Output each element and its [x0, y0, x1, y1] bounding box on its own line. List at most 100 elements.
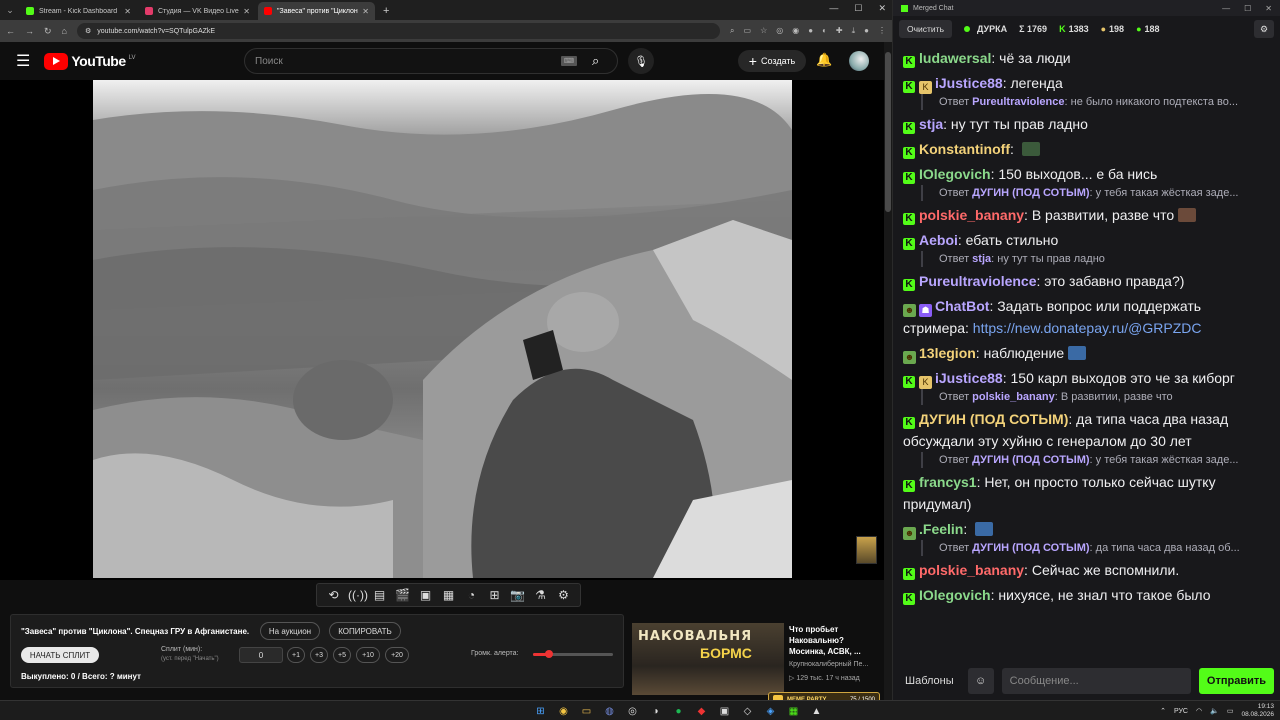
app-icon[interactable]: ▦ [785, 703, 802, 719]
chat-username[interactable]: Konstantinoff [919, 141, 1010, 157]
minimize-icon[interactable]: — [1222, 4, 1230, 13]
chat-username[interactable]: polskie_banany [919, 562, 1024, 578]
chat-message-list[interactable]: Kludawersal: чё за люди K KiJustice88: лег… [893, 44, 1280, 662]
chat-username[interactable]: ДУГИН (ПОД СОТЫМ) [972, 542, 1089, 554]
chat-username[interactable]: ludawersal [919, 50, 991, 66]
tab-search-icon[interactable]: ⌄ [0, 0, 20, 20]
close-icon[interactable]: ✕ [362, 7, 369, 16]
maximize-icon[interactable]: ☐ [854, 3, 862, 14]
bell-icon[interactable]: 🔔 [816, 52, 832, 68]
maximize-icon[interactable]: ☐ [1244, 4, 1251, 13]
clock[interactable]: 19:13 08.08.2026 [1241, 703, 1274, 719]
search-input[interactable]: Поиск ⌨ [244, 48, 618, 74]
site-info-icon[interactable]: ⚙ [85, 27, 91, 35]
tray-chevron-icon[interactable]: ⌃ [1160, 707, 1166, 715]
profile-icon[interactable]: ● [864, 26, 869, 36]
playlist-icon[interactable]: ▤ [371, 588, 388, 602]
create-button[interactable]: + Создать [738, 50, 806, 72]
recommended-video[interactable]: НАКОВАЛЬНЯ БОРМС Что пробьет Наковальню?… [632, 623, 882, 695]
recommended-channel[interactable]: Крупнокалиберный Пе... [789, 661, 868, 668]
add-1-button[interactable]: +1 [287, 647, 305, 663]
steam-icon[interactable]: ◑ [647, 703, 664, 719]
chat-username[interactable]: Pureultraviolence [972, 96, 1064, 108]
close-window-icon[interactable]: ✕ [878, 3, 886, 14]
chat-username[interactable]: Pureultraviolence [919, 273, 1037, 289]
spotify-icon[interactable]: ● [670, 703, 687, 719]
back-icon[interactable]: ← [6, 26, 15, 36]
search-icon[interactable]: ⌕ [592, 53, 599, 69]
chat-username[interactable]: polskie_banany [919, 207, 1024, 223]
broadcast-icon[interactable]: ((·)) [348, 588, 368, 602]
chat-username[interactable]: ChatBot [935, 298, 989, 314]
thumbnail-preview[interactable] [856, 536, 877, 564]
clear-button[interactable]: Очистить [899, 20, 953, 38]
app-icon[interactable]: ▣ [716, 703, 733, 719]
recommended-thumbnail[interactable]: НАКОВАЛЬНЯ БОРМС [632, 623, 784, 695]
extension-icon[interactable]: ◐ [822, 26, 827, 36]
volume-handle[interactable] [545, 650, 553, 658]
tab-youtube-video[interactable]: "Завеса" против "Циклона". Спецназ ГРУ в… [258, 2, 375, 20]
more-icon[interactable]: ⋮ [878, 26, 886, 36]
download-icon[interactable]: ⤓ [852, 26, 856, 36]
loop-icon[interactable]: ⟲ [325, 588, 342, 602]
chat-username[interactable]: stja [972, 253, 991, 265]
chat-username[interactable]: IOlegovich [919, 166, 991, 182]
avatar[interactable] [849, 51, 869, 71]
language-indicator[interactable]: РУС [1174, 708, 1188, 715]
chat-username[interactable]: polskie_banany [972, 391, 1055, 403]
volume-icon[interactable]: 🔈 [1210, 707, 1219, 715]
bookmark-icon[interactable]: ☆ [760, 26, 767, 36]
scrollbar-thumb[interactable] [885, 52, 891, 212]
chat-username[interactable]: stja [919, 116, 943, 132]
extension-icon[interactable]: ◎ [776, 26, 783, 36]
chat-username[interactable]: ДУГИН (ПОД СОТЫМ) [972, 187, 1089, 199]
add-3-button[interactable]: +3 [310, 647, 328, 663]
video-player[interactable] [0, 80, 884, 580]
chat-username[interactable]: 13legion [919, 345, 976, 361]
flask-icon[interactable]: ⚗ [532, 588, 549, 602]
chat-username[interactable]: francys1 [919, 474, 977, 490]
app-icon[interactable]: ◇ [739, 703, 756, 719]
clapper-icon[interactable]: 🎬 [394, 588, 411, 602]
video-frame[interactable] [93, 80, 792, 578]
camera-icon[interactable]: 📷 [509, 588, 526, 602]
menu-icon[interactable]: ☰ [16, 51, 30, 71]
battery-icon[interactable]: ▭ [1227, 707, 1234, 715]
message-input[interactable]: Сообщение... [1001, 668, 1191, 694]
discord-icon[interactable]: ◍ [601, 703, 618, 719]
puzzle-icon[interactable]: ✚ [836, 26, 843, 36]
reload-icon[interactable]: ↻ [44, 26, 52, 37]
app-icon[interactable]: ▲ [808, 703, 825, 719]
app-icon[interactable]: ◈ [762, 703, 779, 719]
url-field[interactable]: ⚙ youtube.com/watch?v=SQTulpGAZkE [76, 23, 721, 39]
extension-icon[interactable]: ◉ [792, 26, 799, 36]
chat-username[interactable]: iJustice88 [935, 75, 1003, 91]
add-icon[interactable]: ⊞ [486, 588, 503, 602]
zoom-icon[interactable]: ⌕ [730, 26, 734, 36]
copy-button[interactable]: КОПИРОВАТЬ [329, 622, 401, 640]
start-split-button[interactable]: НАЧАТЬ СПЛИТ [21, 647, 99, 663]
auction-button[interactable]: На аукцион [260, 622, 320, 640]
settings-button[interactable]: ⚙ [1254, 20, 1274, 38]
close-window-icon[interactable]: ✕ [1265, 4, 1272, 13]
pip-icon[interactable]: ▣ [417, 588, 434, 602]
folder-icon[interactable]: ▭ [578, 703, 595, 719]
emoji-button[interactable]: ☺ [967, 668, 994, 694]
speed-icon[interactable]: ◔ [463, 588, 480, 602]
gear-icon[interactable]: ⚙ [555, 588, 572, 602]
chrome-icon[interactable]: ◉ [555, 703, 572, 719]
extension-icon[interactable]: ● [808, 26, 813, 36]
add-20-button[interactable]: +20 [385, 647, 409, 663]
tab-vk-studio[interactable]: Студия — VK Видео Live ✕ [139, 2, 256, 20]
chat-username[interactable]: IOlegovich [919, 587, 991, 603]
tab-kick-dashboard[interactable]: Stream - Kick Dashboard ✕ [20, 2, 137, 20]
templates-button[interactable]: Шаблоны [899, 668, 960, 694]
chat-username[interactable]: .Feelin [919, 521, 963, 537]
recommended-title[interactable]: Что пробьет Наковальню? Мосинка, АСВК, .… [789, 624, 881, 657]
home-icon[interactable]: ⌂ [62, 26, 67, 36]
send-button[interactable]: Отправить [1198, 668, 1274, 694]
split-minutes-input[interactable]: 0 [239, 647, 283, 663]
page-scrollbar[interactable] [884, 42, 892, 700]
obs-icon[interactable]: ◎ [624, 703, 641, 719]
chat-username[interactable]: ДУГИН (ПОД СОТЫМ) [919, 411, 1068, 427]
